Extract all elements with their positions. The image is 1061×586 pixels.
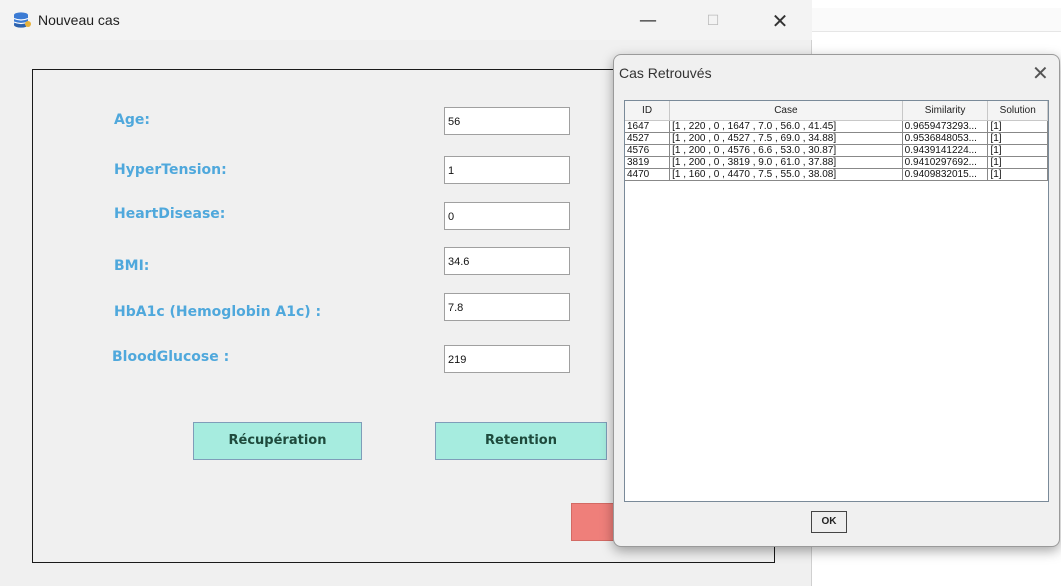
- bmi-input[interactable]: 34.6: [444, 247, 570, 275]
- cas-retrouves-dialog: Cas Retrouvés ✕ ID Case Similarity Solut…: [613, 54, 1060, 547]
- results-table: ID Case Similarity Solution 1647 [1 , 22…: [625, 101, 1048, 181]
- cell-solution: [1]: [987, 168, 1048, 181]
- hba1c-label: HbA1c (Hemoglobin A1c) :: [114, 304, 322, 320]
- cell-solution: [1]: [987, 132, 1048, 145]
- cell-case: [1 , 160 , 0 , 4470 , 7.5 , 55.0 , 38.08…: [669, 168, 903, 181]
- hypertension-label: HyperTension:: [114, 162, 227, 178]
- cell-id: 4527: [625, 132, 671, 145]
- heartdisease-input[interactable]: 0: [444, 202, 570, 230]
- cell-case: [1 , 200 , 0 , 3819 , 9.0 , 61.0 , 37.88…: [669, 156, 903, 169]
- cell-id: 4576: [625, 144, 671, 157]
- column-header-similarity[interactable]: Similarity: [902, 101, 989, 121]
- table-row[interactable]: 4527 [1 , 200 , 0 , 4527 , 7.5 , 69.0 , …: [625, 132, 1048, 145]
- cell-id: 4470: [625, 168, 671, 181]
- table-row[interactable]: 4576 [1 , 200 , 0 , 4576 , 6.6 , 53.0 , …: [625, 144, 1048, 157]
- age-input[interactable]: 56: [444, 107, 570, 135]
- ok-button[interactable]: OK: [811, 511, 847, 533]
- cell-similarity: 0.9410297692...: [902, 156, 989, 169]
- cell-solution: [1]: [987, 156, 1048, 169]
- cell-similarity: 0.9536848053...: [902, 132, 989, 145]
- table-header-row: ID Case Similarity Solution: [625, 101, 1048, 121]
- cell-case: [1 , 200 , 0 , 4576 , 6.6 , 53.0 , 30.87…: [669, 144, 903, 157]
- column-header-id[interactable]: ID: [625, 101, 671, 121]
- bmi-label: BMI:: [114, 258, 150, 274]
- dialog-title: Cas Retrouvés: [619, 65, 712, 81]
- column-header-solution[interactable]: Solution: [987, 101, 1048, 121]
- cell-id: 1647: [625, 120, 671, 133]
- cell-solution: [1]: [987, 120, 1048, 133]
- cell-similarity: 0.9439141224...: [902, 144, 989, 157]
- heartdisease-label: HeartDisease:: [114, 206, 226, 222]
- age-label: Age:: [114, 112, 150, 128]
- window-title: Nouveau cas: [38, 12, 120, 28]
- bloodglucose-label: BloodGlucose :: [112, 349, 230, 365]
- column-header-case[interactable]: Case: [669, 101, 903, 121]
- hypertension-input[interactable]: 1: [444, 156, 570, 184]
- table-row[interactable]: 3819 [1 , 200 , 0 , 3819 , 9.0 , 61.0 , …: [625, 156, 1048, 169]
- recuperation-button[interactable]: Récupération: [193, 422, 362, 460]
- maximize-button[interactable]: ☐: [693, 8, 733, 34]
- bloodglucose-input[interactable]: 219: [444, 345, 570, 373]
- database-app-icon: [13, 12, 31, 28]
- cell-similarity: 0.9409832015...: [902, 168, 989, 181]
- retention-button[interactable]: Retention: [435, 422, 607, 460]
- table-row[interactable]: 4470 [1 , 160 , 0 , 4470 , 7.5 , 55.0 , …: [625, 168, 1048, 181]
- cell-case: [1 , 200 , 0 , 4527 , 7.5 , 69.0 , 34.88…: [669, 132, 903, 145]
- dialog-close-icon[interactable]: ✕: [1032, 61, 1049, 85]
- cell-id: 3819: [625, 156, 671, 169]
- cell-similarity: 0.9659473293...: [902, 120, 989, 133]
- cell-solution: [1]: [987, 144, 1048, 157]
- title-bar: Nouveau cas — ☐ ✕: [0, 0, 812, 40]
- hba1c-input[interactable]: 7.8: [444, 293, 570, 321]
- table-row[interactable]: 1647 [1 , 220 , 0 , 1647 , 7.0 , 56.0 , …: [625, 120, 1048, 133]
- results-table-container[interactable]: ID Case Similarity Solution 1647 [1 , 22…: [624, 100, 1049, 502]
- minimize-button[interactable]: —: [628, 8, 668, 34]
- cell-case: [1 , 220 , 0 , 1647 , 7.0 , 56.0 , 41.45…: [669, 120, 903, 133]
- close-button[interactable]: ✕: [760, 8, 800, 34]
- background-window-strip: [812, 8, 1061, 32]
